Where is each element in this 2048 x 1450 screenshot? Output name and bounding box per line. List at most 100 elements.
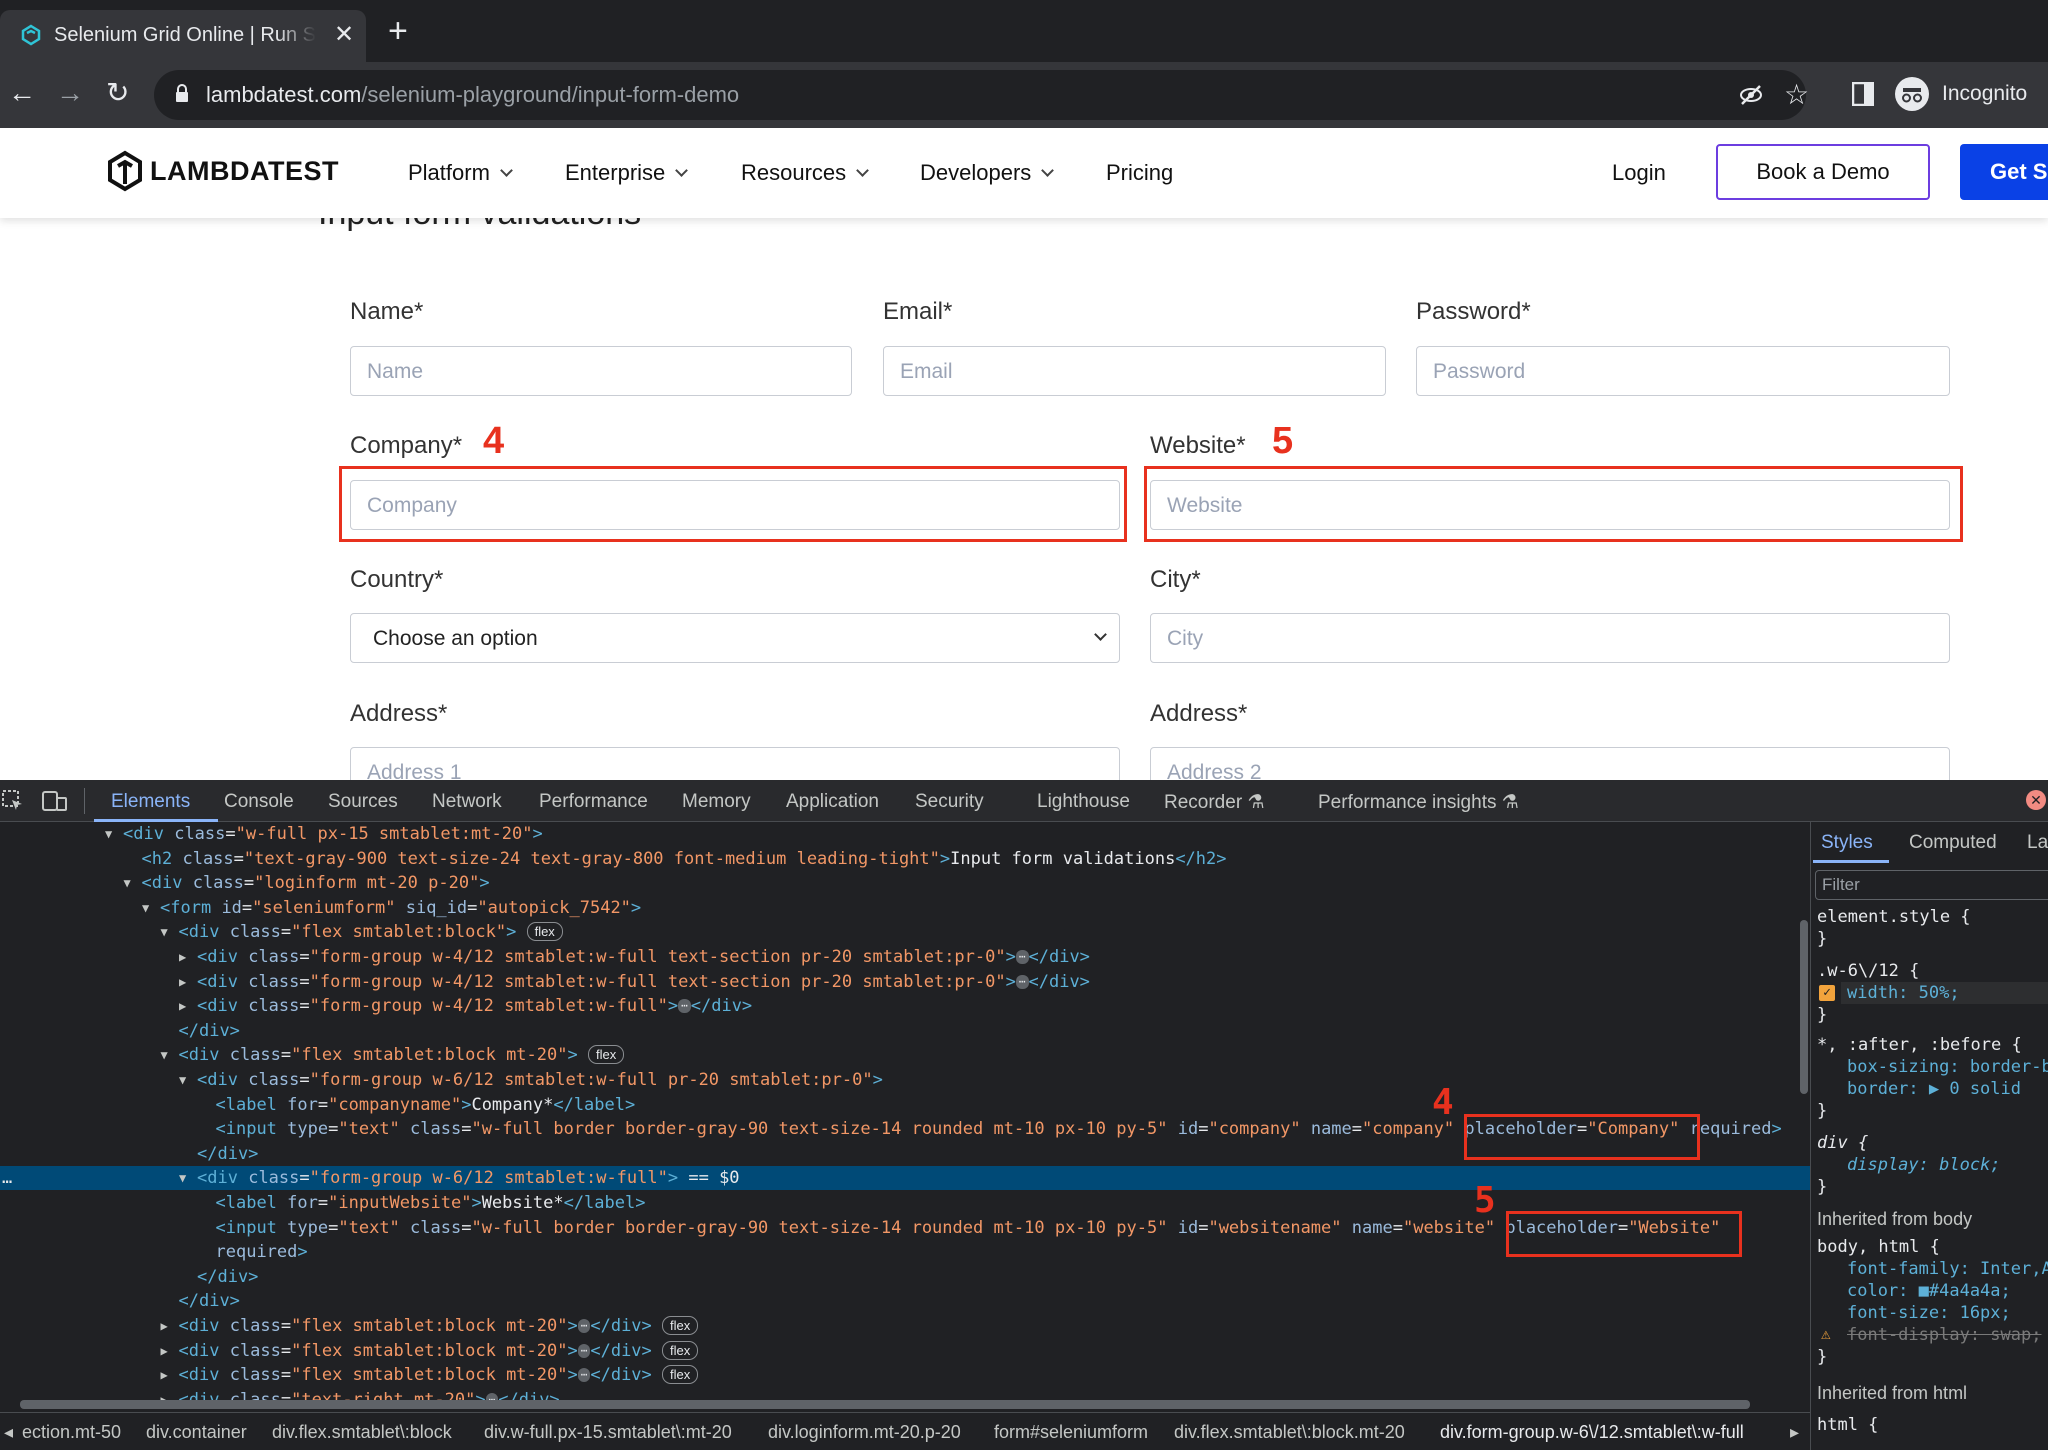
computed-tab[interactable]: Computed	[1909, 832, 1997, 854]
expand-arrow-icon[interactable]: ▶	[161, 1339, 168, 1363]
breadcrumb-scroll-right-icon[interactable]: ▸	[1790, 1422, 1799, 1443]
address-bar[interactable]: lambdatest.com/selenium-playground/input…	[154, 70, 1809, 120]
city-input[interactable]: City	[1150, 613, 1950, 663]
devtools-tab-sources[interactable]: Sources	[328, 791, 398, 813]
breadcrumb-item[interactable]: div.w-full.px-15.smtablet\:mt-20	[484, 1422, 732, 1443]
devtools-tab-network[interactable]: Network	[432, 791, 502, 813]
back-arrow-icon[interactable]: ←	[8, 78, 36, 108]
eye-off-icon[interactable]	[1738, 82, 1764, 108]
ellipsis-badge[interactable]: ⋯	[1015, 974, 1029, 989]
inspect-element-icon[interactable]	[2, 790, 24, 812]
dom-node-line[interactable]: </div>	[0, 1265, 1810, 1289]
ellipsis-badge[interactable]: ⋯	[577, 1319, 591, 1333]
forward-arrow-icon[interactable]: →	[56, 78, 84, 108]
flex-badge[interactable]: flex	[662, 1340, 699, 1360]
flex-badge[interactable]: flex	[662, 1365, 699, 1385]
dom-node-line[interactable]: ▼ <div class="flex smtablet:block mt-20">…	[0, 1043, 1810, 1067]
expand-arrow-icon[interactable]: ▶	[161, 1314, 168, 1338]
ellipsis-badge[interactable]: ⋯	[1015, 950, 1029, 964]
login-link[interactable]: Login	[1612, 160, 1666, 186]
new-tab-icon[interactable]: +	[388, 14, 408, 48]
flex-badge[interactable]: flex	[587, 1045, 625, 1065]
address2-input[interactable]: Address 2	[1150, 747, 1950, 780]
expand-arrow-icon[interactable]: ▶	[161, 1363, 168, 1387]
breadcrumb-item[interactable]: ection.mt-50	[22, 1422, 121, 1443]
breadcrumb-item[interactable]: div.flex.smtablet\:block.mt-20	[1174, 1422, 1405, 1443]
breadcrumb-item[interactable]: div.flex.smtablet\:block	[272, 1422, 452, 1443]
devtools-tab-application[interactable]: Application	[786, 791, 879, 813]
dom-node-line[interactable]: ▼ <div class="form-group w-6/12 smtablet:…	[0, 1166, 1810, 1191]
password-input[interactable]: Password	[1416, 346, 1950, 396]
flex-badge[interactable]: flex	[662, 1316, 699, 1335]
breadcrumb-item-current[interactable]: div.form-group.w-6\/12.smtablet\:w-full	[1440, 1422, 1744, 1443]
expand-arrow-icon[interactable]: ▼	[124, 871, 131, 895]
devtools-tab-memory[interactable]: Memory	[682, 791, 751, 813]
nav-enterprise[interactable]: Enterprise	[565, 160, 689, 186]
device-toolbar-icon[interactable]	[42, 790, 68, 812]
dom-node-line[interactable]: ▶ <div class="flex smtablet:block mt-20">…	[0, 1314, 1810, 1338]
dom-node-line[interactable]: ▼ <form id="seleniumform" siq_id="autopic…	[0, 896, 1810, 920]
devtools-tab-elements[interactable]: Elements	[111, 791, 190, 813]
book-demo-button[interactable]: Book a Demo	[1716, 144, 1930, 200]
logo-text[interactable]: LAMBDATEST	[150, 156, 339, 187]
expand-arrow-icon[interactable]: ▶	[179, 970, 186, 994]
bookmark-star-icon[interactable]: ☆	[1784, 78, 1809, 111]
horizontal-scrollbar[interactable]	[20, 1400, 1750, 1409]
expand-arrow-icon[interactable]: ▼	[179, 1166, 186, 1190]
dom-node-line[interactable]: </div>	[0, 1019, 1810, 1043]
get-started-button[interactable]: Get S	[1960, 144, 2048, 200]
breadcrumb-scroll-left-icon[interactable]: ◂	[4, 1422, 13, 1443]
ellipsis-badge[interactable]: ⋯	[678, 999, 691, 1014]
dom-node-line[interactable]: ▶ <div class="flex smtablet:block mt-20">…	[0, 1339, 1810, 1363]
breadcrumb-item[interactable]: div.loginform.mt-20.p-20	[768, 1422, 961, 1443]
nav-resources[interactable]: Resources	[741, 160, 870, 186]
styles-tab[interactable]: Styles	[1821, 832, 1873, 854]
expand-arrow-icon[interactable]: ▼	[179, 1068, 186, 1092]
dom-node-line[interactable]: ▼ <div class="loginform mt-20 p-20">	[0, 871, 1810, 895]
dom-node-line[interactable]: ▼ <div class="flex smtablet:block"> flex	[0, 920, 1810, 944]
nav-platform[interactable]: Platform	[408, 160, 513, 186]
breadcrumb-item[interactable]: form#seleniumform	[994, 1422, 1148, 1443]
property-checkbox-icon[interactable]: ✓	[1819, 985, 1835, 1001]
expand-arrow-icon[interactable]: ▶	[179, 994, 186, 1018]
dom-node-line[interactable]: ▶ <div class="form-group w-4/12 smtablet:…	[0, 945, 1810, 969]
name-input[interactable]: Name	[350, 346, 852, 396]
expand-arrow-icon[interactable]: ▼	[105, 822, 112, 846]
expand-arrow-icon[interactable]: ▼	[161, 1043, 168, 1067]
devtools-tab-recorder[interactable]: Recorder ⚗	[1164, 791, 1264, 814]
dom-node-line[interactable]: ▶ <div class="form-group w-4/12 smtablet:…	[0, 970, 1810, 994]
devtools-tab-lighthouse[interactable]: Lighthouse	[1037, 791, 1130, 813]
vertical-scrollbar[interactable]	[1800, 920, 1808, 1094]
dom-node-line[interactable]: ▶ <div class="form-group w-4/12 smtablet:…	[0, 994, 1810, 1018]
devtools-tab-performance[interactable]: Performance	[539, 791, 648, 813]
devtools-tab-performance-insights[interactable]: Performance insights ⚗	[1318, 791, 1519, 814]
devtools-tab-security[interactable]: Security	[915, 791, 984, 813]
dom-node-line[interactable]: ▼ <div class="w-full px-15 smtablet:mt-20…	[0, 822, 1810, 846]
reload-icon[interactable]: ↻	[106, 78, 129, 108]
ellipsis-badge[interactable]: ⋯	[577, 1368, 591, 1383]
ellipsis-badge[interactable]: ⋯	[577, 1343, 591, 1358]
expand-arrow-icon[interactable]: ▼	[161, 920, 168, 944]
dom-node-line[interactable]: </div>	[0, 1289, 1810, 1313]
expand-arrow-icon[interactable]: ▼	[142, 896, 149, 920]
email-input[interactable]: Email	[883, 346, 1386, 396]
dom-node-line[interactable]: <h2 class="text-gray-900 text-size-24 te…	[0, 847, 1810, 871]
dom-node-line[interactable]: <label for="companyname">Company*</label…	[0, 1093, 1810, 1117]
address1-input[interactable]: Address 1	[350, 747, 1120, 780]
lambdatest-logo-icon[interactable]	[106, 150, 144, 192]
breadcrumb-item[interactable]: div.container	[146, 1422, 247, 1443]
dom-node-line[interactable]: ▶ <div class="flex smtablet:block mt-20">…	[0, 1363, 1810, 1387]
dom-node-line[interactable]: ▼ <div class="form-group w-6/12 smtablet:…	[0, 1068, 1810, 1092]
expand-arrow-icon[interactable]: ▶	[179, 945, 186, 969]
nav-pricing[interactable]: Pricing	[1106, 160, 1173, 186]
layout-tab[interactable]: La	[2027, 832, 2048, 854]
error-icon[interactable]: ✕	[2026, 790, 2046, 810]
country-select[interactable]: Choose an option	[350, 613, 1120, 663]
close-tab-icon[interactable]: ✕	[334, 20, 354, 49]
nav-developers[interactable]: Developers	[920, 160, 1055, 186]
side-panel-icon[interactable]	[1852, 82, 1874, 106]
incognito-label[interactable]: Incognito	[1942, 82, 2027, 106]
flex-badge[interactable]: flex	[526, 922, 563, 942]
devtools-tab-console[interactable]: Console	[224, 791, 294, 813]
browser-tab[interactable]: Selenium Grid Online | Run Sel ✕	[0, 10, 366, 62]
